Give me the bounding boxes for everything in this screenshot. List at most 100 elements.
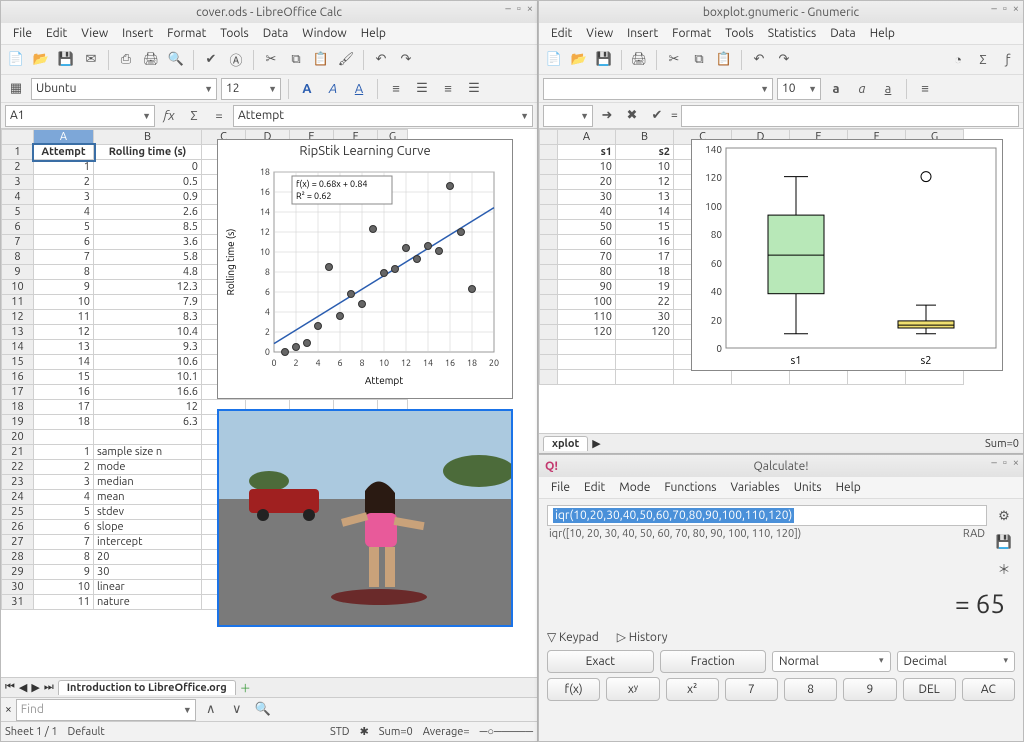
menu-units[interactable]: Units <box>788 479 828 496</box>
new-icon[interactable]: 📄 <box>5 49 27 71</box>
menu-help[interactable]: Help <box>864 25 901 42</box>
history-toggle[interactable]: ▷ History <box>617 630 668 644</box>
minimize-icon[interactable]: – <box>991 457 996 469</box>
equals-icon[interactable]: = <box>208 105 230 127</box>
menu-window[interactable]: Window <box>296 25 352 42</box>
menu-tools[interactable]: Tools <box>719 25 760 42</box>
menu-mode[interactable]: Mode <box>613 479 656 496</box>
qalc-store-icon[interactable]: 💾 <box>993 531 1015 553</box>
align-center-icon[interactable]: ☰ <box>411 78 433 100</box>
base-select[interactable]: Decimal <box>897 651 1016 672</box>
redo-icon[interactable]: ↷ <box>773 49 795 71</box>
undo-icon[interactable]: ↶ <box>370 49 392 71</box>
find-input[interactable]: Find▼ <box>16 699 196 721</box>
align-right-icon[interactable]: ≡ <box>437 78 459 100</box>
copy-icon[interactable]: ⧉ <box>285 49 307 71</box>
digit-7-button[interactable]: 7 <box>725 678 778 701</box>
tab-last-icon[interactable]: ⏭ <box>44 681 54 694</box>
new-icon[interactable]: 📄 <box>543 49 565 71</box>
menu-help[interactable]: Help <box>355 25 392 42</box>
xy-button[interactable]: xʸ <box>606 677 659 701</box>
chart-icon[interactable]: ◔ <box>947 49 969 71</box>
find-prev-icon[interactable]: ∧ <box>200 699 222 721</box>
underline-icon[interactable]: a <box>877 78 899 100</box>
menu-functions[interactable]: Functions <box>658 479 722 496</box>
tab-next-icon[interactable]: ▶ <box>592 437 600 450</box>
cut-icon[interactable]: ✂ <box>260 49 282 71</box>
print-icon[interactable]: 🖨 <box>140 49 162 71</box>
del-button[interactable]: DEL <box>903 678 956 701</box>
italic-icon[interactable]: A <box>322 78 344 100</box>
close-findbar-icon[interactable]: × <box>5 703 12 716</box>
formula-input[interactable]: Attempt▼ <box>233 105 533 127</box>
menu-file[interactable]: File <box>7 25 38 42</box>
calc-sheet[interactable]: ABCDEFG1AttemptRolling time (s)210320.54… <box>1 129 537 677</box>
gnumeric-sheet[interactable]: ABCDEFGs1s210102012301340145015601670178… <box>539 129 1023 433</box>
font-name-combo[interactable]: Ubuntu▼ <box>31 78 217 100</box>
gnu-cellref[interactable]: ▼ <box>543 105 593 127</box>
bold-icon[interactable]: a <box>825 78 847 100</box>
fx-icon[interactable]: fx <box>158 105 180 127</box>
menu-data[interactable]: Data <box>824 25 862 42</box>
font-size-combo[interactable]: 12▼ <box>221 78 281 100</box>
maximize-icon[interactable]: ▫ <box>517 3 521 15</box>
menu-edit[interactable]: Edit <box>578 479 611 496</box>
menu-tools[interactable]: Tools <box>214 25 255 42</box>
x2-button[interactable]: x² <box>666 678 719 701</box>
bold-icon[interactable]: A <box>296 78 318 100</box>
close-icon[interactable]: × <box>527 3 533 15</box>
menu-statistics[interactable]: Statistics <box>762 25 822 42</box>
pdf-icon[interactable]: ⎙ <box>115 49 137 71</box>
embedded-image[interactable] <box>217 409 513 627</box>
paste-icon[interactable]: 📋 <box>713 49 735 71</box>
menu-file[interactable]: File <box>545 479 576 496</box>
scatter-chart[interactable]: RipStik Learning Curve <box>217 139 513 399</box>
align-justify-icon[interactable]: ☰ <box>463 78 485 100</box>
preview-icon[interactable]: 🔍 <box>165 49 187 71</box>
menu-variables[interactable]: Variables <box>725 479 786 496</box>
email-icon[interactable]: ✉ <box>80 49 102 71</box>
fx-button[interactable]: f(x) <box>547 678 600 701</box>
menu-insert[interactable]: Insert <box>116 25 159 42</box>
copy-icon[interactable]: ⧉ <box>688 49 710 71</box>
styles-icon[interactable]: ▦ <box>5 78 27 100</box>
menu-view[interactable]: View <box>580 25 619 42</box>
paintbrush-icon[interactable]: 🖌 <box>335 49 357 71</box>
gnu-fontsize-combo[interactable]: 10▼ <box>777 78 821 100</box>
gnu-sheet-tab[interactable]: xplot <box>543 436 588 451</box>
maximize-icon[interactable]: ▫ <box>1003 3 1007 15</box>
italic-icon[interactable]: a <box>851 78 873 100</box>
exact-button[interactable]: Exact <box>547 650 654 673</box>
tab-first-icon[interactable]: ⏮ <box>5 681 15 694</box>
tab-next-icon[interactable]: ▶ <box>31 681 39 694</box>
underline-icon[interactable]: A <box>348 78 370 100</box>
menu-edit[interactable]: Edit <box>40 25 73 42</box>
qalc-input[interactable]: iqr(10,20,30,40,50,60,70,80,90,100,110,1… <box>547 505 987 526</box>
minimize-icon[interactable]: – <box>991 3 996 15</box>
menu-help[interactable]: Help <box>830 479 867 496</box>
autospell-icon[interactable]: Ⓐ <box>225 49 247 71</box>
gnu-formula-input[interactable] <box>681 105 1019 127</box>
cell-ref-box[interactable]: A1▼ <box>5 105 155 127</box>
qalc-execute-icon[interactable]: ⚙ <box>993 505 1015 527</box>
open-icon[interactable]: 📂 <box>30 49 52 71</box>
boxplot-chart[interactable]: 02040 6080100 120140 <box>691 139 1003 371</box>
add-sheet-icon[interactable]: ＋ <box>240 680 251 696</box>
ac-button[interactable]: AC <box>962 678 1015 701</box>
menu-data[interactable]: Data <box>257 25 295 42</box>
qalc-convert-icon[interactable]: ＊ <box>993 557 1015 579</box>
menu-format[interactable]: Format <box>161 25 212 42</box>
gnu-font-combo[interactable]: ▼ <box>543 78 773 100</box>
menu-format[interactable]: Format <box>666 25 717 42</box>
align-left-icon[interactable]: ≡ <box>914 78 936 100</box>
open-icon[interactable]: 📂 <box>568 49 590 71</box>
save-icon[interactable]: 💾 <box>593 49 615 71</box>
close-icon[interactable]: × <box>1013 457 1019 469</box>
fx-icon[interactable]: ƒ <box>997 49 1019 71</box>
sum-icon[interactable]: Σ <box>972 49 994 71</box>
keypad-toggle[interactable]: ▽ Keypad <box>547 630 599 644</box>
maximize-icon[interactable]: ▫ <box>1003 457 1007 469</box>
spellcheck-icon[interactable]: ✔ <box>200 49 222 71</box>
menu-view[interactable]: View <box>75 25 114 42</box>
find-next-icon[interactable]: ∨ <box>226 699 248 721</box>
